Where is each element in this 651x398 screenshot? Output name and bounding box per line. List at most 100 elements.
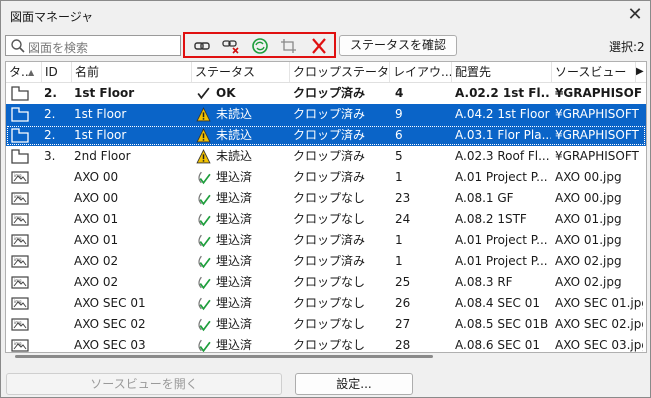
svg-text:img: img	[14, 173, 22, 178]
table-row[interactable]: img AXO SEC 03 埋込済 クロップなし 28 A.08.6 SEC 01 AXO…	[6, 335, 646, 352]
svg-text:img: img	[14, 341, 22, 346]
image-icon: img	[10, 190, 30, 207]
row-status: 埋込済	[216, 254, 253, 268]
row-crop-status: クロップなし	[293, 296, 366, 310]
image-icon: img	[10, 211, 30, 228]
table-row[interactable]: 2. 1st Floor 未読込 クロップ済み 9 A.04.2 1st Floor ¥GR…	[6, 104, 646, 125]
row-status: 埋込済	[216, 233, 253, 247]
row-source-view: AXO SEC 03.jpg	[555, 338, 643, 352]
table-row[interactable]: 3. 2nd Floor 未読込 クロップ済み 5 A.02.3 Roof Fl... ¥G…	[6, 146, 646, 167]
row-id: 2.	[44, 86, 57, 100]
row-name: AXO 00	[74, 191, 119, 205]
column-header-crop-status[interactable]: クロップステータス	[290, 62, 390, 82]
row-source-view: AXO 00.jpg	[555, 170, 622, 184]
row-layout: 28	[395, 338, 411, 352]
row-source-view: ¥GRAPHISOFT	[555, 107, 639, 121]
svg-text:img: img	[14, 236, 22, 241]
column-header-status[interactable]: ステータス	[192, 62, 290, 82]
window-title: 図面マネージャ	[10, 10, 94, 24]
horizontal-scrollbar[interactable]	[15, 355, 433, 358]
row-crop-status: クロップ済み	[293, 107, 366, 121]
scroll-right-icon[interactable]: ▶	[636, 66, 644, 77]
row-source-view: AXO 01.jpg	[555, 233, 622, 247]
row-id	[44, 251, 70, 272]
row-name: AXO 01	[74, 212, 119, 226]
row-source-view: ¥GRAPHISOFT	[555, 149, 639, 163]
selection-count: 選択:2	[609, 40, 645, 54]
row-layout: 24	[395, 212, 411, 226]
column-header-id[interactable]: ID	[42, 62, 72, 82]
column-header-source-view[interactable]: ソースビュー	[552, 62, 636, 82]
embedded-icon	[196, 317, 211, 332]
svg-text:img: img	[14, 299, 22, 304]
row-id	[44, 167, 70, 188]
table-row[interactable]: img AXO 00 埋込済 クロップなし 23 A.08.1 GF AXO 00.jpg	[6, 188, 646, 209]
plan-icon	[10, 106, 30, 123]
delete-icon[interactable]	[309, 37, 329, 55]
row-name: 1st Floor	[74, 107, 127, 121]
row-status: 埋込済	[216, 170, 253, 184]
image-icon: img	[10, 253, 30, 270]
close-icon[interactable]: ✕	[623, 4, 647, 26]
drawing-table: タ... ▲ ID 名前 ステータス クロップステータス レイアウ... 配置先…	[5, 61, 647, 353]
table-row[interactable]: img AXO SEC 02 埋込済 クロップなし 27 A.08.5 SEC 01B AX…	[6, 314, 646, 335]
image-icon: img	[10, 274, 30, 291]
embedded-icon	[196, 233, 211, 248]
table-row[interactable]: img AXO 02 埋込済 クロップなし 25 A.08.3 RF AXO 02.jpg	[6, 272, 646, 293]
row-status: 未読込	[216, 128, 253, 142]
row-layout: 4	[395, 86, 404, 100]
column-header-placed-to[interactable]: 配置先	[452, 62, 552, 82]
plan-icon	[10, 127, 30, 144]
row-placed-to: A.01 Project P...	[455, 170, 548, 184]
image-icon: img	[10, 337, 30, 352]
table-row[interactable]: img AXO SEC 01 埋込済 クロップなし 26 A.08.4 SEC 01 AXO…	[6, 293, 646, 314]
check-icon	[196, 86, 211, 101]
row-status: 埋込済	[216, 275, 253, 289]
row-layout: 23	[395, 191, 411, 205]
row-id	[44, 230, 70, 251]
table-row[interactable]: img AXO 01 埋込済 クロップなし 24 A.08.2 1STF AXO 01.jp…	[6, 209, 646, 230]
embedded-icon	[196, 275, 211, 290]
table-row[interactable]: img AXO 02 埋込済 クロップ済み 1 A.01 Project P... AXO …	[6, 251, 646, 272]
table-row[interactable]: img AXO 01 埋込済 クロップ済み 1 A.01 Project P... AXO …	[6, 230, 646, 251]
crop-icon[interactable]	[279, 37, 299, 55]
row-source-view: ¥GRAPHISOF	[555, 86, 643, 100]
row-layout: 25	[395, 275, 411, 289]
embedded-icon	[196, 191, 211, 206]
open-source-view-button[interactable]: ソースビューを開く	[6, 373, 282, 395]
row-crop-status: クロップ済み	[293, 149, 366, 163]
column-header-layout[interactable]: レイアウ...	[390, 62, 452, 82]
row-id	[44, 272, 70, 293]
sort-asc-icon: ▲	[28, 68, 35, 77]
settings-button[interactable]: 設定...	[295, 373, 413, 395]
embedded-icon	[196, 296, 211, 311]
row-status: 埋込済	[216, 317, 253, 331]
refresh-icon[interactable]	[250, 37, 270, 55]
row-crop-status: クロップなし	[293, 338, 366, 352]
row-layout: 5	[395, 149, 403, 163]
row-layout: 1	[395, 233, 403, 247]
unlink-icon[interactable]	[221, 37, 241, 55]
table-header: タ... ▲ ID 名前 ステータス クロップステータス レイアウ... 配置先…	[6, 62, 646, 83]
row-name: AXO 01	[74, 233, 119, 247]
search-icon	[11, 39, 25, 53]
search-input[interactable]: 図面を検索	[5, 35, 181, 56]
table-row[interactable]: img AXO 00 埋込済 クロップ済み 1 A.01 Project P... AXO …	[6, 167, 646, 188]
plan-icon	[10, 85, 30, 102]
row-layout: 27	[395, 317, 411, 331]
embedded-icon	[196, 338, 211, 352]
embedded-icon	[196, 212, 211, 227]
check-status-button[interactable]: ステータスを確認	[339, 35, 457, 56]
link-icon[interactable]	[192, 37, 212, 55]
row-placed-to: A.08.5 SEC 01B	[455, 317, 549, 331]
image-icon: img	[10, 316, 30, 333]
table-row[interactable]: 2. 1st Floor OK クロップ済み 4 A.02.2 1st Fl... ¥GRA…	[6, 83, 646, 104]
column-header-type[interactable]: タ...	[6, 62, 42, 82]
column-header-name[interactable]: 名前	[72, 62, 192, 82]
row-id	[44, 293, 70, 314]
row-source-view: AXO SEC 01.jpg	[555, 296, 643, 310]
row-source-view: AXO 01.jpg	[555, 212, 622, 226]
row-status: 埋込済	[216, 191, 253, 205]
table-row[interactable]: 2. 1st Floor 未読込 クロップ済み 6 A.03.1 Flor Pla... ¥…	[6, 125, 646, 146]
image-icon: img	[10, 169, 30, 186]
